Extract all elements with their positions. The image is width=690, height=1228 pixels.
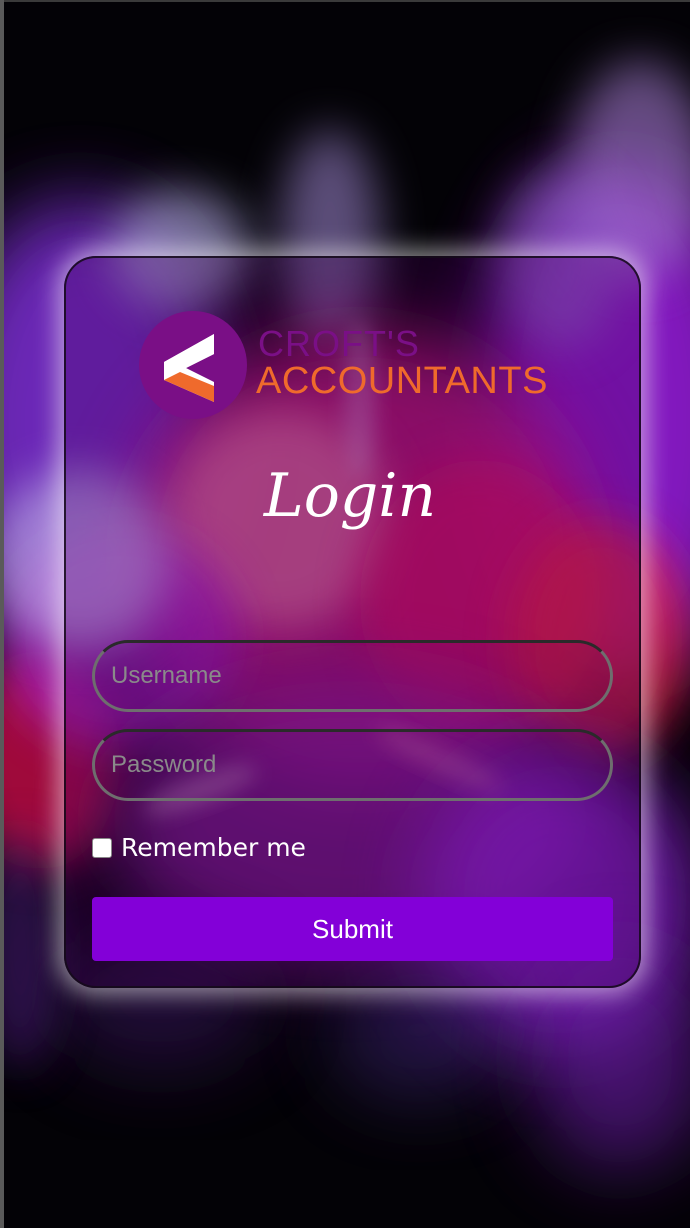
username-input[interactable]: [92, 640, 613, 712]
submit-button[interactable]: Submit: [92, 897, 613, 961]
brand-name-line1: CROFT'S: [258, 323, 420, 364]
top-edge: [0, 0, 690, 2]
login-page: CROFT'S ACCOUNTANTS Login Remember me Su…: [0, 0, 690, 1228]
remember-me-label[interactable]: Remember me: [121, 832, 306, 864]
login-title: Login: [263, 461, 437, 531]
remember-me-row: Remember me: [92, 832, 306, 864]
left-edge: [0, 0, 4, 1228]
password-input[interactable]: [92, 729, 613, 801]
crofts-logo-icon: [139, 311, 247, 419]
brand-logo: CROFT'S ACCOUNTANTS: [138, 310, 578, 420]
remember-me-checkbox[interactable]: [92, 838, 112, 858]
brand-name-line2: ACCOUNTANTS: [256, 360, 548, 402]
